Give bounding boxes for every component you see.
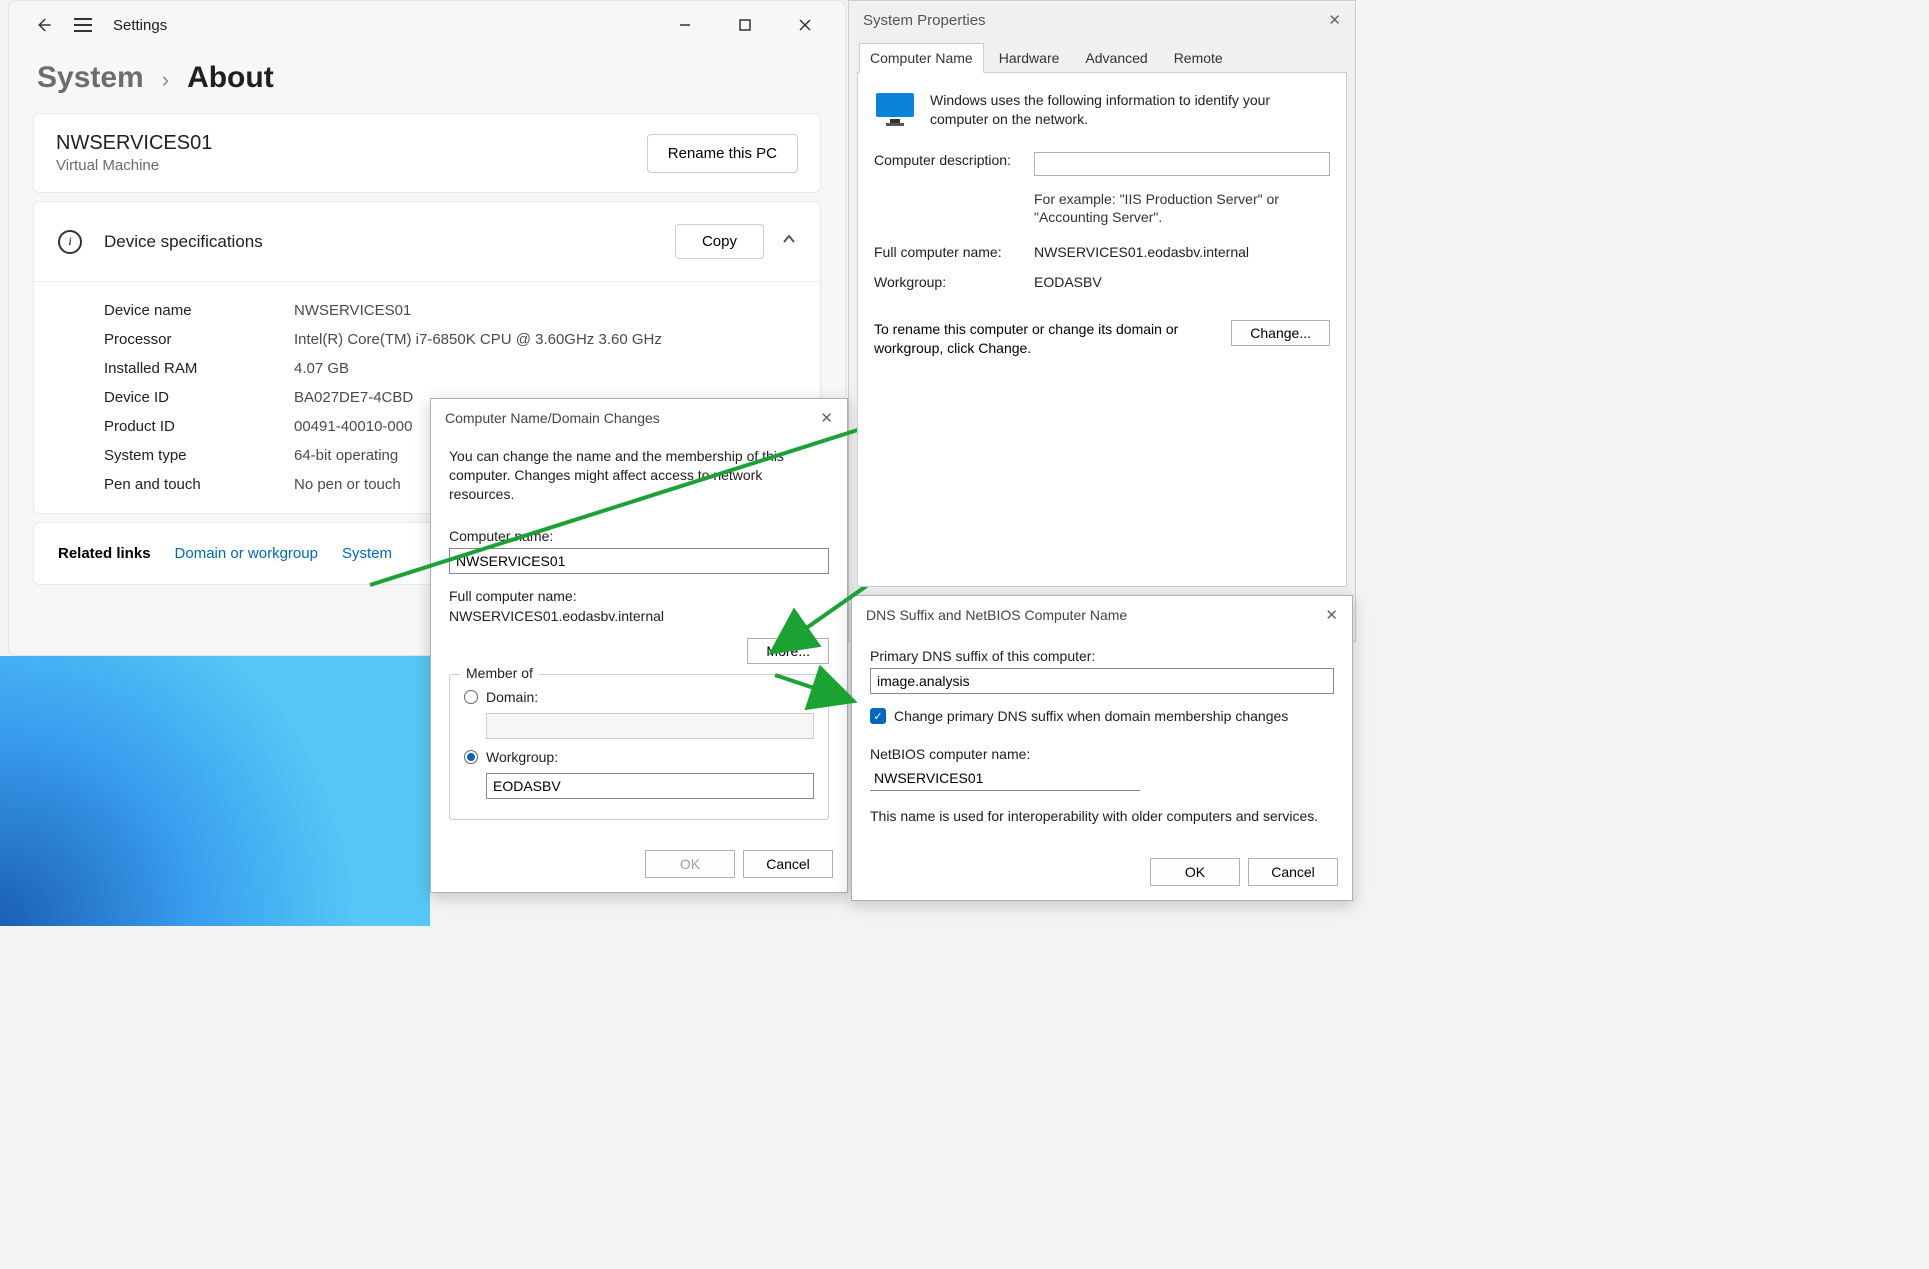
netbios-note: This name is used for interoperability w…: [870, 807, 1334, 826]
breadcrumb-about: About: [187, 61, 274, 95]
tab-advanced[interactable]: Advanced: [1074, 43, 1158, 73]
back-icon[interactable]: [33, 15, 53, 35]
member-of-group: Member of Domain: Workgroup:: [449, 674, 829, 820]
computer-description-input[interactable]: [1034, 152, 1330, 176]
maximize-button[interactable]: [725, 10, 765, 40]
sysprop-tabs: Computer Name Hardware Advanced Remote: [849, 39, 1355, 73]
spec-value: BA027DE7-4CBD: [294, 389, 413, 406]
workgroup-radio-label: Workgroup:: [486, 749, 558, 765]
full-computer-name-label: Full computer name:: [874, 244, 1034, 260]
sysprop-intro-text: Windows uses the following information t…: [930, 91, 1330, 129]
workgroup-label: Workgroup:: [874, 274, 1034, 290]
rename-help-text: To rename this computer or change its do…: [874, 320, 1219, 358]
related-links-title: Related links: [58, 545, 151, 562]
cndc-description: You can change the name and the membersh…: [449, 447, 829, 504]
info-icon: i: [58, 230, 82, 254]
tab-computer-name[interactable]: Computer Name: [859, 43, 984, 73]
chevron-up-icon[interactable]: [782, 232, 796, 251]
minimize-button[interactable]: [665, 10, 705, 40]
cancel-button[interactable]: Cancel: [743, 850, 833, 878]
breadcrumb: System › About: [9, 49, 845, 113]
cndc-button-row: OK Cancel: [431, 840, 847, 892]
cancel-button[interactable]: Cancel: [1248, 858, 1338, 886]
monitor-icon: [874, 91, 916, 132]
sysprop-body: Windows uses the following information t…: [857, 72, 1347, 587]
pc-name: NWSERVICES01: [56, 132, 212, 155]
more-button[interactable]: More...: [747, 638, 829, 664]
dns-button-row: OK Cancel: [852, 848, 1352, 900]
device-spec-header[interactable]: i Device specifications Copy: [34, 202, 820, 282]
change-suffix-checkbox-row[interactable]: ✓ Change primary DNS suffix when domain …: [870, 708, 1334, 724]
domain-input: [486, 713, 814, 739]
spec-value: 4.07 GB: [294, 360, 349, 377]
spec-value: 64-bit operating: [294, 447, 398, 464]
full-computer-name-value: NWSERVICES01.eodasbv.internal: [449, 608, 829, 624]
spec-value: Intel(R) Core(TM) i7-6850K CPU @ 3.60GHz…: [294, 331, 662, 348]
computer-description-label: Computer description:: [874, 152, 1034, 168]
workgroup-input[interactable]: [486, 773, 814, 799]
full-computer-name-label: Full computer name:: [449, 588, 829, 604]
checkbox-checked-icon[interactable]: ✓: [870, 708, 886, 724]
ok-button[interactable]: OK: [645, 850, 735, 878]
ok-button[interactable]: OK: [1150, 858, 1240, 886]
spec-value: No pen or touch: [294, 476, 401, 493]
tab-remote[interactable]: Remote: [1163, 43, 1234, 73]
dns-titlebar: DNS Suffix and NetBIOS Computer Name ✕: [852, 596, 1352, 634]
tab-hardware[interactable]: Hardware: [988, 43, 1071, 73]
computer-name-input[interactable]: [449, 548, 829, 574]
change-button[interactable]: Change...: [1231, 320, 1330, 346]
spec-label: Device name: [104, 302, 294, 319]
computer-name-domain-changes-dialog: Computer Name/Domain Changes ✕ You can c…: [430, 398, 848, 893]
radio-icon[interactable]: [464, 690, 478, 704]
sysprop-titlebar: System Properties ✕: [849, 1, 1355, 39]
close-button[interactable]: [785, 10, 825, 40]
system-properties-window: System Properties ✕ Computer Name Hardwa…: [848, 0, 1356, 642]
copy-button[interactable]: Copy: [675, 224, 764, 259]
workgroup-radio-row[interactable]: Workgroup:: [464, 749, 814, 765]
pc-identity-card: NWSERVICES01 Virtual Machine Rename this…: [33, 113, 821, 193]
settings-titlebar: Settings: [9, 1, 845, 49]
primary-dns-suffix-input[interactable]: [870, 668, 1334, 694]
rename-pc-button[interactable]: Rename this PC: [647, 134, 798, 173]
domain-radio-label: Domain:: [486, 689, 538, 705]
desktop-background: [0, 656, 430, 926]
computer-description-example: For example: "IIS Production Server" or …: [1034, 190, 1330, 226]
domain-radio-row[interactable]: Domain:: [464, 689, 814, 705]
link-system[interactable]: System: [342, 545, 392, 562]
netbios-name-input: [870, 766, 1140, 791]
spec-value: 00491-40010-000: [294, 418, 412, 435]
spec-label: System type: [104, 447, 294, 464]
full-computer-name-value: NWSERVICES01.eodasbv.internal: [1034, 244, 1249, 260]
dns-suffix-dialog: DNS Suffix and NetBIOS Computer Name ✕ P…: [851, 595, 1353, 901]
spec-value: NWSERVICES01: [294, 302, 411, 319]
primary-dns-suffix-label: Primary DNS suffix of this computer:: [870, 648, 1334, 664]
chevron-right-icon: ›: [162, 67, 169, 93]
member-of-legend: Member of: [460, 665, 539, 681]
hamburger-icon[interactable]: [73, 15, 93, 35]
close-button[interactable]: ✕: [820, 409, 833, 427]
pc-type: Virtual Machine: [56, 157, 212, 174]
workgroup-value: EODASBV: [1034, 274, 1102, 290]
close-button[interactable]: ✕: [1325, 606, 1338, 624]
spec-label: Installed RAM: [104, 360, 294, 377]
radio-icon[interactable]: [464, 750, 478, 764]
cndc-titlebar: Computer Name/Domain Changes ✕: [431, 399, 847, 437]
breadcrumb-system[interactable]: System: [37, 61, 144, 95]
change-suffix-checkbox-label: Change primary DNS suffix when domain me…: [894, 708, 1288, 724]
link-domain-or-workgroup[interactable]: Domain or workgroup: [175, 545, 318, 562]
dns-title: DNS Suffix and NetBIOS Computer Name: [866, 607, 1127, 623]
spec-label: Processor: [104, 331, 294, 348]
computer-name-label: Computer name:: [449, 528, 829, 544]
close-button[interactable]: ✕: [1328, 11, 1341, 29]
device-spec-title: Device specifications: [104, 232, 675, 252]
spec-label: Product ID: [104, 418, 294, 435]
window-title: Settings: [113, 17, 167, 34]
netbios-name-label: NetBIOS computer name:: [870, 746, 1334, 762]
spec-label: Pen and touch: [104, 476, 294, 493]
sysprop-title: System Properties: [863, 12, 986, 29]
cndc-title: Computer Name/Domain Changes: [445, 410, 660, 426]
spec-label: Device ID: [104, 389, 294, 406]
